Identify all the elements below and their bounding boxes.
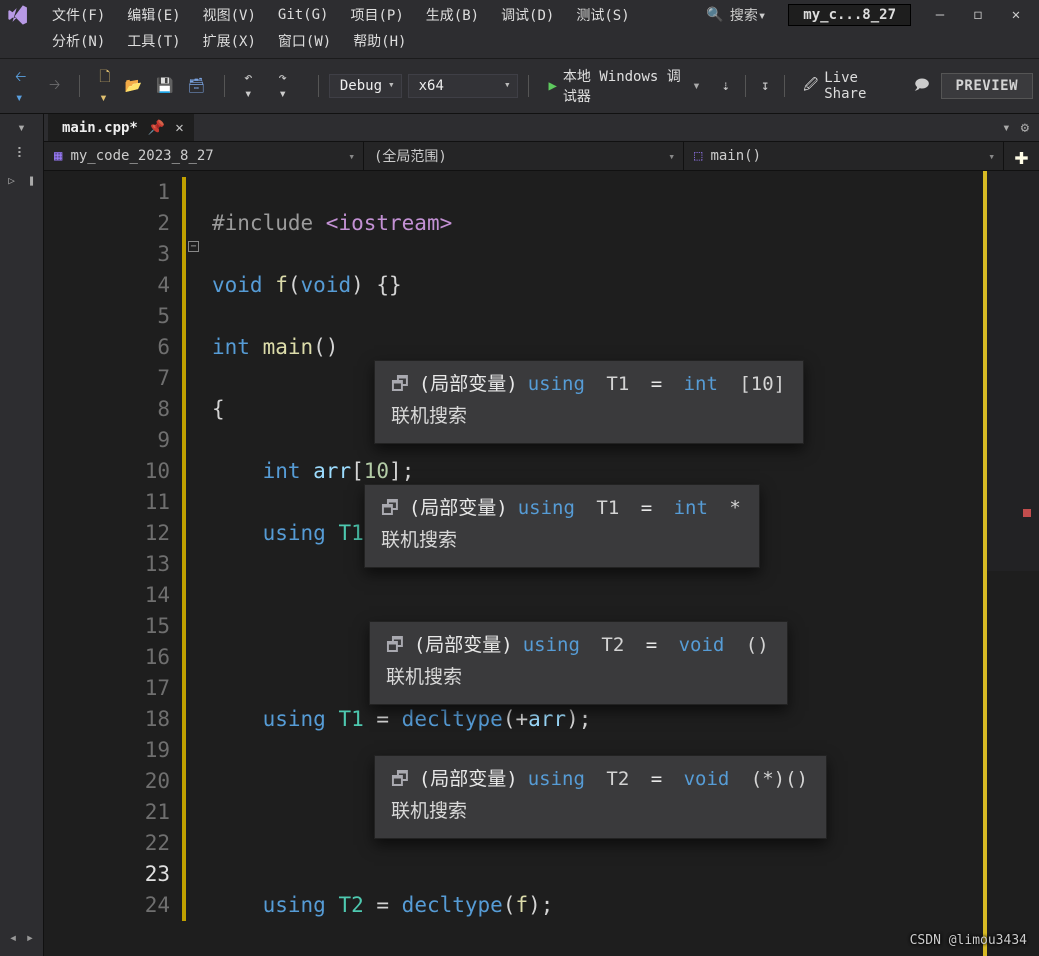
quickinfo-t2: 🗗(局部变量) using T1 = int * 联机搜索 bbox=[364, 484, 760, 568]
nav-split-button[interactable]: ✚ bbox=[1003, 142, 1039, 170]
solution-title[interactable]: my_c...8_27 bbox=[788, 4, 911, 26]
save-icon[interactable]: 💾 bbox=[151, 75, 178, 97]
minimap-error-marker bbox=[1023, 509, 1031, 517]
nav-scope-label: (全局范围) bbox=[374, 146, 447, 166]
menu-build[interactable]: 生成(B) bbox=[416, 2, 489, 28]
nav-scope[interactable]: (全局范围) bbox=[364, 142, 684, 170]
side-dots-icon[interactable]: ⠇ bbox=[16, 146, 26, 162]
window-restore[interactable]: ◻ bbox=[961, 3, 995, 27]
menubar-row-1: 文件(F) 编辑(E) 视图(V) Git(G) 项目(P) 生成(B) 调试(… bbox=[0, 0, 1039, 28]
menu-view[interactable]: 视图(V) bbox=[193, 2, 266, 28]
menu-project[interactable]: 项目(P) bbox=[340, 2, 413, 28]
preview-button[interactable]: PREVIEW bbox=[941, 73, 1034, 99]
debug-target-icon[interactable]: ⇣ bbox=[717, 75, 735, 97]
quickinfo-icon: 🗗 bbox=[391, 369, 409, 399]
quickinfo-search-link[interactable]: 联机搜索 bbox=[381, 525, 741, 555]
fold-toggle[interactable]: − bbox=[188, 241, 199, 252]
file-tab-main-cpp[interactable]: main.cpp* 📌 ✕ bbox=[48, 114, 194, 141]
quickinfo-t3: 🗗(局部变量) using T2 = void () 联机搜索 bbox=[369, 621, 788, 705]
menu-analyze[interactable]: 分析(N) bbox=[42, 28, 115, 54]
menu-tools[interactable]: 工具(T) bbox=[117, 28, 190, 54]
window-close[interactable]: ✕ bbox=[999, 3, 1033, 27]
line-number-gutter: 123456789101112131415161718192021222324 bbox=[44, 171, 182, 956]
live-share-label: Live Share bbox=[824, 70, 895, 102]
app-logo bbox=[6, 3, 30, 27]
pin-icon[interactable]: 📌 bbox=[148, 120, 165, 136]
navigation-bar: ▦ my_code_2023_8_27 (全局范围) ⬚ main() ✚ bbox=[44, 141, 1039, 171]
quick-search[interactable]: 🔍 搜索▾ bbox=[696, 3, 776, 27]
side-dropdown-icon[interactable] bbox=[17, 120, 25, 136]
main-toolbar: 🡠 ▾ 🡢 🗋▾ 📂 💾 🗃 ↶ ▾ ↷ ▾ Debug x64 ▶ 本地 Wi… bbox=[0, 58, 1039, 114]
quickinfo-icon: 🗗 bbox=[386, 630, 404, 660]
window-minimize[interactable]: — bbox=[923, 3, 957, 27]
file-tab-label: main.cpp* bbox=[62, 120, 138, 136]
watermark: CSDN @limou3434 bbox=[910, 933, 1027, 948]
quickinfo-search-link[interactable]: 联机搜索 bbox=[391, 796, 808, 826]
start-debug-label: 本地 Windows 调试器 bbox=[563, 66, 686, 106]
redo-icon[interactable]: ↷ ▾ bbox=[274, 67, 304, 105]
menu-git[interactable]: Git(G) bbox=[268, 4, 339, 26]
nav-member[interactable]: ⬚ main() bbox=[684, 142, 1003, 170]
member-icon: ⬚ bbox=[694, 148, 702, 164]
play-icon: ▶ bbox=[548, 78, 556, 94]
fold-gutter: − bbox=[186, 171, 204, 956]
document-well: ⠇ ▷ ❚ ◂ ▸ main.cpp* 📌 ✕ ▾ ⚙ ▦ my_code_20… bbox=[0, 114, 1039, 956]
quickinfo-icon: 🗗 bbox=[391, 764, 409, 794]
quickinfo-t4: 🗗(局部变量) using T2 = void (*)() 联机搜索 bbox=[374, 755, 827, 839]
menu-edit[interactable]: 编辑(E) bbox=[117, 2, 190, 28]
nav-project-label: my_code_2023_8_27 bbox=[70, 148, 213, 164]
undo-icon[interactable]: ↶ ▾ bbox=[239, 67, 269, 105]
code-editor[interactable]: 123456789101112131415161718192021222324 … bbox=[44, 171, 983, 956]
nav-project[interactable]: ▦ my_code_2023_8_27 bbox=[44, 142, 364, 170]
nav-member-label: main() bbox=[710, 148, 761, 164]
minimap-viewport[interactable] bbox=[987, 171, 1039, 571]
menu-window[interactable]: 窗口(W) bbox=[268, 28, 341, 54]
new-item-icon[interactable]: 🗋▾ bbox=[94, 63, 115, 109]
save-all-icon[interactable]: 🗃 bbox=[182, 75, 210, 97]
quickinfo-t1: 🗗(局部变量) using T1 = int [10] 联机搜索 bbox=[374, 360, 804, 444]
platform-combo[interactable]: x64 bbox=[408, 74, 518, 98]
file-tab-bar: main.cpp* 📌 ✕ ▾ ⚙ bbox=[44, 114, 1039, 141]
config-combo[interactable]: Debug bbox=[329, 74, 402, 98]
side-toolwindow-strip: ⠇ ▷ ❚ ◂ ▸ bbox=[0, 114, 44, 956]
menu-file[interactable]: 文件(F) bbox=[42, 2, 115, 28]
editor-minimap[interactable] bbox=[983, 171, 1039, 956]
tabs-dropdown-icon[interactable]: ▾ bbox=[1002, 120, 1010, 136]
open-icon[interactable]: 📂 bbox=[120, 75, 147, 97]
live-share-icon: 🖉 bbox=[803, 74, 818, 98]
side-pager[interactable]: ◂ ▸ bbox=[9, 930, 34, 946]
search-placeholder: 搜索▾ bbox=[730, 5, 766, 25]
quickinfo-icon: 🗗 bbox=[381, 493, 399, 523]
start-debug-button[interactable]: ▶ 本地 Windows 调试器 ▾ bbox=[538, 63, 710, 109]
menu-test[interactable]: 测试(S) bbox=[566, 2, 639, 28]
step-icon[interactable]: ↧ bbox=[756, 75, 774, 97]
nav-back[interactable]: 🡠 ▾ bbox=[10, 63, 40, 109]
search-icon: 🔍 bbox=[706, 7, 723, 23]
menu-help[interactable]: 帮助(H) bbox=[343, 28, 416, 54]
menu-debug[interactable]: 调试(D) bbox=[491, 2, 564, 28]
quickinfo-search-link[interactable]: 联机搜索 bbox=[391, 401, 785, 431]
nav-forward[interactable]: 🡢 bbox=[44, 71, 65, 101]
code-content[interactable]: #include <iostream> void f(void) {} int … bbox=[204, 171, 983, 956]
feedback-icon[interactable]: 🗩 bbox=[909, 71, 935, 101]
project-icon: ▦ bbox=[54, 148, 62, 164]
side-play-icon[interactable]: ▷ ❚ bbox=[8, 174, 35, 187]
menubar-row-2: 分析(N) 工具(T) 扩展(X) 窗口(W) 帮助(H) bbox=[0, 28, 1039, 58]
close-tab-icon[interactable]: ✕ bbox=[175, 120, 183, 136]
tabs-gear-icon[interactable]: ⚙ bbox=[1021, 120, 1029, 136]
quickinfo-search-link[interactable]: 联机搜索 bbox=[386, 662, 769, 692]
menu-extensions[interactable]: 扩展(X) bbox=[193, 28, 266, 54]
live-share-button[interactable]: 🖉 Live Share bbox=[795, 70, 903, 102]
